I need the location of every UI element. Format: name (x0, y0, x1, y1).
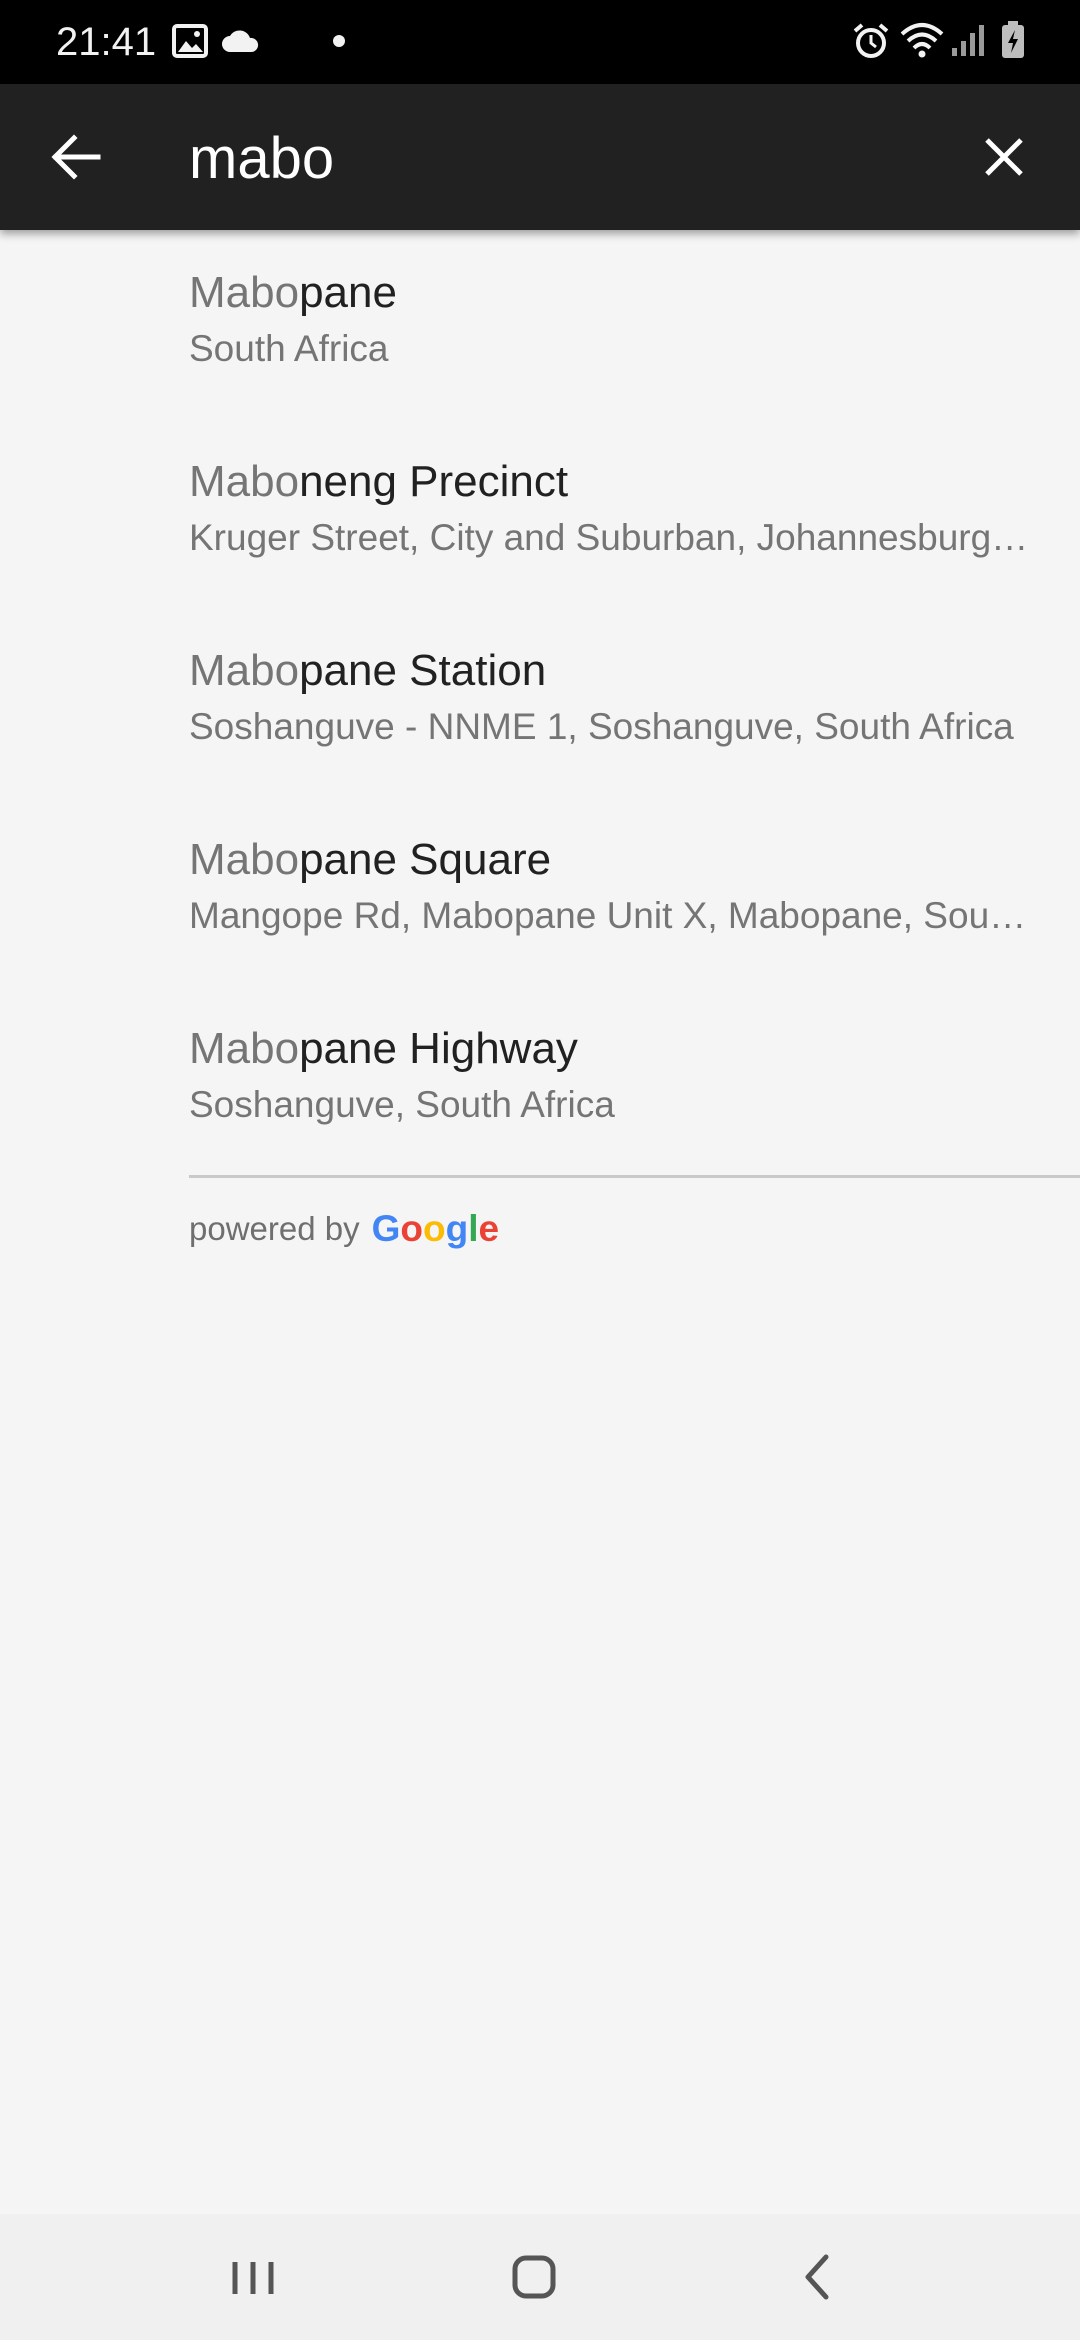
navigation-bar (0, 2214, 1080, 2340)
home-icon (512, 2255, 556, 2299)
alarm-icon (853, 23, 889, 58)
result-subtitle: Kruger Street, City and Suburban, Johann… (189, 517, 1034, 558)
result-subtitle: Soshanguve, South Africa (189, 1084, 615, 1125)
back-nav-icon (805, 2254, 829, 2300)
home-button[interactable] (494, 2242, 574, 2312)
wifi-icon (900, 23, 944, 58)
status-time: 21:41 (56, 20, 157, 64)
powered-by-google: powered by Google (189, 1204, 499, 1254)
dot-icon (333, 35, 345, 47)
status-bar: 21:41 (0, 0, 1080, 84)
list-item[interactable]: Mabopane Highway Soshanguve, South Afric… (189, 986, 1080, 1175)
arrow-back-icon (51, 134, 101, 180)
recent-apps-icon (232, 2262, 274, 2294)
clear-search-button[interactable] (968, 121, 1040, 193)
battery-charging-icon (1002, 21, 1024, 58)
result-subtitle: Mangope Rd, Mabopane Unit X, Mabopane, S… (189, 895, 1034, 936)
result-title: Mabopane Square (189, 835, 552, 884)
search-input[interactable] (189, 118, 929, 198)
result-title: Maboneng Precinct (189, 457, 569, 506)
list-item[interactable]: Mabopane South Africa (189, 230, 1080, 419)
close-icon (985, 138, 1023, 176)
image-icon (172, 24, 208, 58)
list-item[interactable]: Mabopane Station Soshanguve - NNME 1, So… (189, 608, 1080, 797)
search-app-bar (0, 84, 1080, 230)
powered-by-label: powered by (189, 1210, 360, 1247)
divider (189, 1175, 1080, 1178)
result-subtitle: South Africa (189, 328, 389, 369)
result-title: Mabopane Highway (189, 1024, 578, 1073)
result-subtitle: Soshanguve - NNME 1, Soshanguve, South A… (189, 706, 1014, 747)
result-title: Mabopane Station (189, 646, 547, 695)
system-back-button[interactable] (776, 2242, 856, 2312)
signal-icon (952, 25, 984, 56)
cloud-icon (222, 30, 259, 52)
list-item[interactable]: Mabopane Square Mangope Rd, Mabopane Uni… (189, 797, 1080, 986)
google-logo: Google (371, 1208, 500, 1249)
recent-apps-button[interactable] (213, 2242, 293, 2312)
result-title: Mabopane (189, 268, 397, 317)
back-button[interactable] (40, 121, 112, 193)
list-item[interactable]: Maboneng Precinct Kruger Street, City an… (189, 419, 1080, 608)
